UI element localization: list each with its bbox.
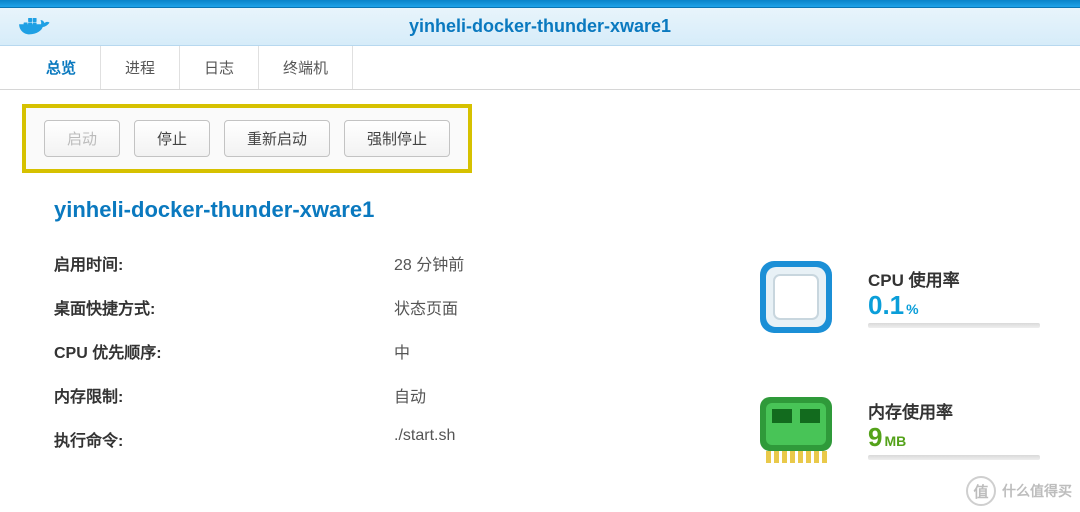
- info-value: 状态页面: [394, 295, 458, 319]
- cpu-icon: [754, 255, 838, 339]
- cpu-stat-value: 0.1%: [868, 291, 1040, 320]
- info-row-shortcut: 桌面快捷方式: 状态页面: [54, 285, 754, 329]
- cpu-stat-body: CPU 使用率 0.1%: [868, 266, 1040, 329]
- cpu-value-unit: %: [906, 301, 918, 317]
- container-name: yinheli-docker-thunder-xware1: [54, 197, 1040, 223]
- tab-logs[interactable]: 日志: [180, 46, 259, 89]
- title-bar: yinheli-docker-thunder-xware1: [0, 8, 1080, 46]
- stop-button[interactable]: 停止: [134, 120, 210, 157]
- info-row-command: 执行命令: ./start.sh: [54, 417, 754, 461]
- info-column: 启用时间: 28 分钟前 桌面快捷方式: 状态页面 CPU 优先顺序: 中 内存…: [54, 241, 754, 471]
- info-label: 内存限制:: [54, 383, 394, 407]
- info-label: CPU 优先顺序:: [54, 339, 394, 363]
- window-title: yinheli-docker-thunder-xware1: [409, 16, 671, 37]
- window-top-border: [0, 0, 1080, 8]
- tab-processes[interactable]: 进程: [101, 46, 180, 89]
- watermark-icon: 值: [966, 476, 996, 506]
- info-value: 中: [394, 339, 410, 363]
- restart-button[interactable]: 重新启动: [224, 120, 330, 157]
- cpu-stat-block: CPU 使用率 0.1%: [754, 255, 1040, 339]
- info-value: 自动: [394, 383, 426, 407]
- tab-terminal[interactable]: 终端机: [259, 46, 353, 89]
- info-label: 启用时间:: [54, 251, 394, 275]
- stats-column: CPU 使用率 0.1%: [754, 241, 1040, 471]
- mem-stat-title: 内存使用率: [868, 398, 1040, 423]
- watermark-text: 什么值得买: [1002, 481, 1072, 501]
- mem-stat-body: 内存使用率 9MB: [868, 398, 1040, 461]
- docker-whale-icon: [16, 13, 56, 41]
- info-row-cpu-priority: CPU 优先顺序: 中: [54, 329, 754, 373]
- start-button[interactable]: 启动: [44, 120, 120, 157]
- force-stop-button[interactable]: 强制停止: [344, 120, 450, 157]
- mem-stat-value: 9MB: [868, 423, 1040, 452]
- info-value: 28 分钟前: [394, 251, 464, 275]
- tab-bar: 总览 进程 日志 终端机: [0, 46, 1080, 90]
- action-highlight-box: 启动 停止 重新启动 强制停止: [22, 104, 472, 173]
- mem-usage-bar: [868, 455, 1040, 460]
- action-bar: 启动 停止 重新启动 强制停止: [0, 90, 1080, 191]
- tab-overview[interactable]: 总览: [22, 46, 101, 89]
- mem-value-number: 9: [868, 422, 882, 452]
- mem-stat-block: 内存使用率 9MB: [754, 387, 1040, 471]
- memory-icon: [754, 387, 838, 471]
- info-value: ./start.sh: [394, 427, 455, 451]
- watermark: 值 什么值得买: [966, 476, 1072, 506]
- content-area: yinheli-docker-thunder-xware1 启用时间: 28 分…: [0, 191, 1080, 471]
- main-row: 启用时间: 28 分钟前 桌面快捷方式: 状态页面 CPU 优先顺序: 中 内存…: [54, 241, 1040, 471]
- cpu-value-number: 0.1: [868, 290, 904, 320]
- cpu-usage-bar: [868, 323, 1040, 328]
- info-label: 执行命令:: [54, 427, 394, 451]
- mem-value-unit: MB: [884, 433, 906, 449]
- info-label: 桌面快捷方式:: [54, 295, 394, 319]
- cpu-stat-title: CPU 使用率: [868, 266, 1040, 291]
- info-row-mem-limit: 内存限制: 自动: [54, 373, 754, 417]
- info-row-uptime: 启用时间: 28 分钟前: [54, 241, 754, 285]
